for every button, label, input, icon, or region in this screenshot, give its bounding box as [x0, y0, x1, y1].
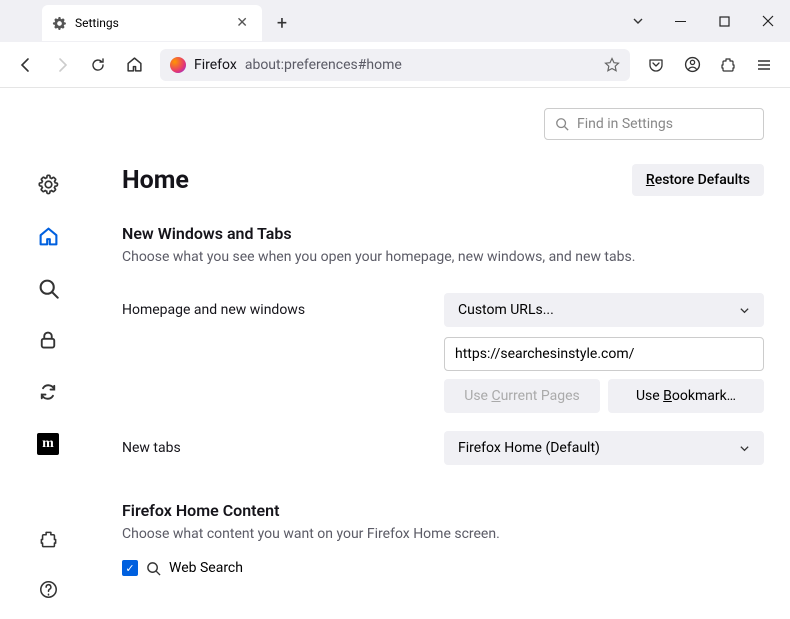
sidebar-extensions[interactable] [30, 521, 66, 557]
homepage-label: Homepage and new windows [122, 302, 444, 318]
chevron-down-icon [739, 305, 750, 316]
firefox-logo-icon [170, 57, 186, 73]
restore-defaults-button[interactable]: Restore Defaults [632, 164, 764, 196]
web-search-label: Web Search [169, 560, 243, 576]
search-icon [146, 561, 161, 576]
section-heading-windows-tabs: New Windows and Tabs [122, 224, 764, 243]
maximize-button[interactable] [702, 0, 746, 42]
newtabs-label: New tabs [122, 440, 444, 456]
reload-button[interactable] [82, 49, 114, 81]
sidebar-general[interactable] [30, 166, 66, 202]
url-value: about:preferences#home [245, 57, 402, 73]
account-button[interactable] [676, 49, 708, 81]
homepage-url-input[interactable] [444, 337, 764, 371]
sidebar-home[interactable] [30, 218, 66, 254]
sidebar-sync[interactable] [30, 374, 66, 410]
extensions-button[interactable] [712, 49, 744, 81]
find-in-settings-input[interactable]: Find in Settings [544, 108, 764, 140]
sidebar-help[interactable] [30, 571, 66, 607]
new-tab-button[interactable]: + [268, 9, 296, 37]
forward-button [46, 49, 78, 81]
section-heading-home-content: Firefox Home Content [122, 501, 764, 520]
chevron-down-icon [739, 443, 750, 454]
section-desc-home-content: Choose what content you want on your Fir… [122, 526, 764, 542]
url-brand: Firefox [194, 57, 237, 73]
back-button[interactable] [10, 49, 42, 81]
page-title: Home Restore Defaults [122, 164, 764, 196]
tab-list-chevron[interactable] [618, 0, 658, 42]
home-button[interactable] [118, 49, 150, 81]
section-desc-windows-tabs: Choose what you see when you open your h… [122, 249, 764, 265]
web-search-checkbox[interactable]: ✓ [122, 560, 138, 576]
use-bookmark-button[interactable]: Use Bookmark… [608, 379, 764, 413]
tab-title: Settings [75, 16, 119, 30]
minimize-button[interactable] [658, 0, 702, 42]
pocket-button[interactable] [640, 49, 672, 81]
newtabs-select[interactable]: Firefox Home (Default) [444, 431, 764, 465]
close-window-button[interactable] [746, 0, 790, 42]
mozilla-icon: m [37, 433, 59, 455]
bookmark-star-icon[interactable] [604, 57, 620, 73]
gear-icon [52, 16, 67, 31]
app-menu-button[interactable] [748, 49, 780, 81]
sidebar-search[interactable] [30, 270, 66, 306]
use-current-pages-button: Use Current Pages [444, 379, 600, 413]
search-icon [555, 117, 569, 131]
find-placeholder: Find in Settings [577, 116, 673, 132]
close-tab-icon[interactable]: ✕ [232, 13, 252, 33]
address-bar[interactable]: Firefox about:preferences#home [160, 49, 630, 81]
sidebar-more-from-mozilla[interactable]: m [30, 426, 66, 462]
browser-tab[interactable]: Settings ✕ [42, 5, 262, 41]
sidebar-privacy[interactable] [30, 322, 66, 358]
homepage-select[interactable]: Custom URLs... [444, 293, 764, 327]
